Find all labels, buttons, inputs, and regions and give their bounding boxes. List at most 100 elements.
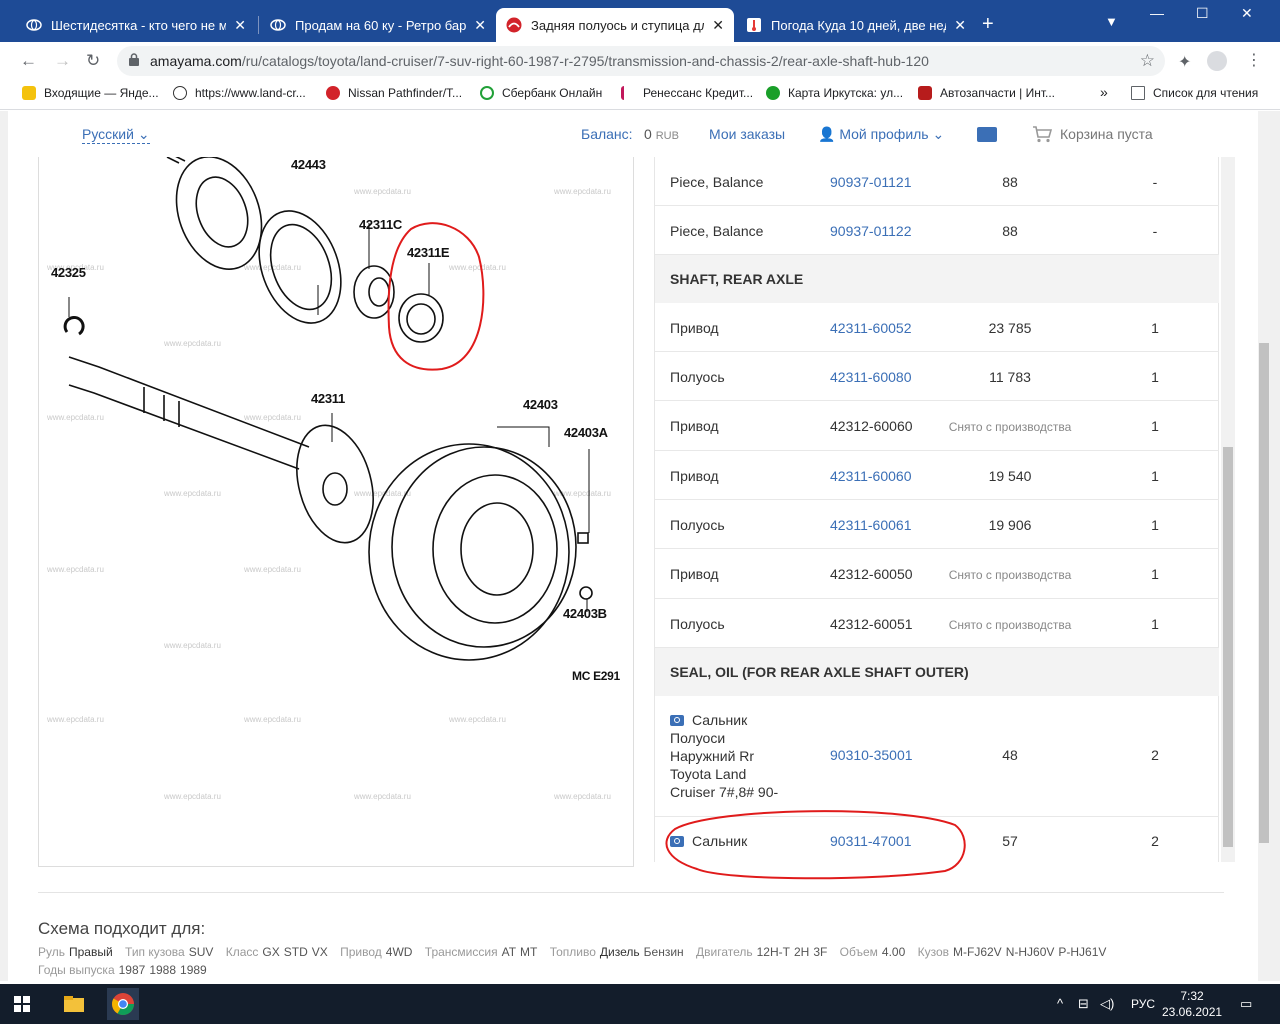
attr-value[interactable]: 1988 [149,963,176,977]
part-label[interactable]: 42311E [407,245,450,260]
part-number-link[interactable]: 42311-60061 [830,517,911,533]
part-label[interactable]: 42403B [563,606,607,621]
table-scrollbar[interactable] [1221,157,1235,862]
attr-value[interactable]: M-FJ62V [953,945,1002,959]
file-explorer-icon[interactable] [58,988,90,1020]
tab-4[interactable]: Погода Куда 10 дней, две недел ✕ [736,8,976,42]
bookmark-sberbank[interactable]: Сбербанк Онлайн [480,86,602,100]
mail-icon[interactable] [977,127,997,142]
table-row[interactable]: Привод 42312-60050 Снято с производства … [655,549,1219,599]
table-scrollbar-thumb[interactable] [1223,447,1233,847]
attr-value[interactable]: SUV [189,945,214,959]
part-label[interactable]: 42311 [311,391,345,406]
attr-value[interactable]: 2H [794,945,809,959]
attr-value[interactable]: STD [284,945,308,959]
part-number-link[interactable]: 90937-01121 [830,174,911,190]
page-scrollbar-thumb[interactable] [1259,343,1269,843]
part-number-link[interactable]: 90937-01122 [830,223,911,239]
attr-value[interactable]: Правый [69,945,113,959]
maximize-icon[interactable]: ☐ [1196,5,1209,22]
bookmarks-overflow-button[interactable]: » [1100,84,1108,100]
attr-value[interactable]: P-HJ61V [1058,945,1106,959]
tab-2[interactable]: Продам на 60 ку - Ретро барахо ✕ [260,8,496,42]
table-row[interactable]: Полуось 42312-60051 Снято с производства… [655,599,1219,648]
bookmark-renaissance[interactable]: Ренессанс Кредит... [621,86,753,100]
page-scrollbar[interactable] [1258,111,1270,981]
chrome-taskbar-icon[interactable] [107,988,139,1020]
part-number-link[interactable]: 42311-60080 [830,369,911,385]
attr-value[interactable]: 3F [813,945,827,959]
new-tab-button[interactable]: + [982,14,994,34]
reload-icon[interactable]: ↻ [86,51,100,71]
attr-value[interactable]: 1989 [180,963,207,977]
attr-value[interactable]: VX [312,945,328,959]
part-label[interactable]: 42403 [523,397,558,412]
part-label[interactable]: 42403A [564,425,608,440]
parts-diagram[interactable]: www.epcdata.ru www.epcdata.ru www.epcdat… [38,157,634,867]
table-row[interactable]: Полуось 42311-60061 19 906 1 [655,500,1219,549]
language-select[interactable]: Русский ⌄ [82,126,150,144]
url-text[interactable]: amayama.com/ru/catalogs/toyota/land-crui… [150,53,929,69]
tab-3-active[interactable]: Задняя полуось и ступица для Т ✕ [496,8,734,42]
table-row[interactable]: Привод 42311-60060 19 540 1 [655,451,1219,500]
attr-value[interactable]: MT [520,945,537,959]
chrome-menu-icon[interactable]: ⋮ [1246,50,1262,70]
cart-icon[interactable] [1032,125,1052,143]
reading-list-button[interactable]: Список для чтения [1131,86,1258,100]
part-label[interactable]: 42311C [359,217,402,232]
bookmark-irkutsk-map[interactable]: Карта Иркутска: ул... [766,86,903,100]
table-row[interactable]: Piece, Balance 90937-01122 88 - [655,206,1219,255]
input-language[interactable]: РУС [1131,997,1155,1011]
forward-icon[interactable]: → [54,51,71,71]
part-number-link[interactable]: 42311-60052 [830,320,911,336]
part-number-link[interactable]: 42311-60060 [830,468,911,484]
close-tab-icon[interactable]: ✕ [234,17,246,34]
part-number-link[interactable]: 90310-35001 [830,747,913,763]
bookmark-nissan[interactable]: Nissan Pathfinder/T... [326,86,462,100]
attr-value[interactable]: 12H-T [757,945,790,959]
attr-value[interactable]: 1987 [119,963,146,977]
tab-search-icon[interactable]: ▼ [1105,14,1118,29]
windows-start-icon[interactable] [6,988,38,1020]
my-orders-link[interactable]: Мои заказы [709,126,785,142]
part-label[interactable]: 42325 [51,265,86,280]
cart-status[interactable]: Корзина пуста [1060,126,1153,142]
attr-value[interactable]: AT [502,945,516,959]
tab-1[interactable]: Шестидесятка - кто чего не мож ✕ [16,8,256,42]
attr-value[interactable]: 4WD [386,945,413,959]
camera-icon[interactable] [670,715,684,726]
attr-value[interactable]: 4.00 [882,945,905,959]
bookmark-autoparts[interactable]: Автозапчасти | Инт... [918,86,1055,100]
attr-value[interactable]: Бензин [644,945,684,959]
bookmark-yandex-mail[interactable]: Входящие — Янде... [22,86,159,100]
close-window-icon[interactable]: ✕ [1241,5,1253,22]
show-hidden-icons[interactable]: ^ [1057,996,1063,1011]
volume-icon[interactable]: ◁) [1100,996,1114,1012]
bookmark-star-icon[interactable]: ☆ [1140,51,1155,71]
table-row[interactable]: Piece, Balance 90937-01121 88 - [655,157,1219,206]
attr-value[interactable]: Дизель [600,945,640,959]
my-profile-menu[interactable]: 👤 Мой профиль ⌄ [818,126,944,143]
close-tab-icon[interactable]: ✕ [712,17,724,34]
extensions-icon[interactable]: ✦ [1178,52,1191,72]
close-tab-icon[interactable]: ✕ [954,17,966,34]
attr-key: Годы выпуска [38,963,115,977]
part-label[interactable]: 42443 [291,157,326,172]
table-row[interactable]: Привод 42311-60052 23 785 1 [655,303,1219,352]
table-row[interactable]: Привод 42312-60060 Снято с производства … [655,401,1219,451]
network-icon[interactable]: ⊟ [1078,996,1089,1012]
notifications-icon[interactable]: ▭ [1240,996,1252,1012]
close-tab-icon[interactable]: ✕ [474,17,486,34]
attr-value[interactable]: GX [262,945,279,959]
attr-value[interactable]: N-HJ60V [1006,945,1055,959]
clock[interactable]: 7:32 23.06.2021 [1162,988,1222,1020]
address-bar[interactable]: amayama.com/ru/catalogs/toyota/land-crui… [117,46,1165,76]
table-row[interactable]: Сальник Полуоси Наружний Rr Toyota Land … [655,696,1219,817]
minimize-icon[interactable]: — [1150,5,1164,21]
bookmark-land-cruiser[interactable]: https://www.land-cr... [173,86,306,100]
table-row[interactable]: Полуось 42311-60080 11 783 1 [655,352,1219,401]
lock-icon[interactable] [129,53,139,66]
tab-title: Погода Куда 10 дней, две недел [771,17,947,33]
profile-avatar-icon[interactable] [1207,51,1227,71]
back-icon[interactable]: ← [20,51,37,71]
